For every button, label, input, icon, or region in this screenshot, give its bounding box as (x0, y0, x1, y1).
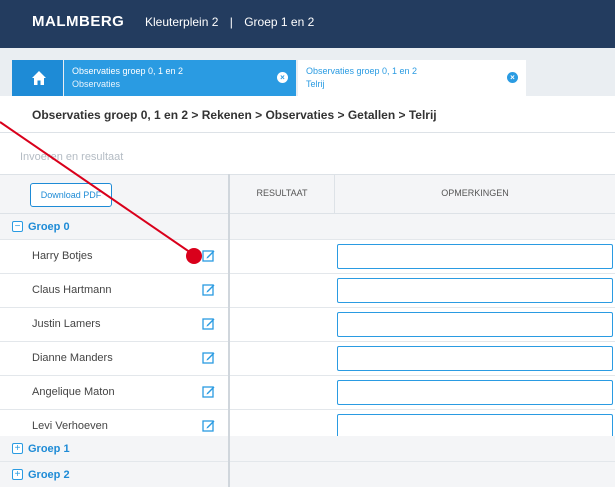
student-name: Justin Lamers (32, 318, 101, 330)
opmerkingen-input[interactable] (337, 278, 613, 303)
column-divider (334, 174, 335, 214)
group-row-groep-1[interactable]: + Groep 1 (0, 436, 615, 462)
tab-observaties[interactable]: Observaties groep 0, 1 en 2 Observaties … (64, 60, 296, 96)
tab-subtitle: Telrij (306, 79, 325, 89)
close-icon[interactable]: × (277, 72, 288, 83)
student-name: Levi Verhoeven (32, 420, 108, 432)
edit-icon[interactable] (202, 317, 215, 330)
column-header-opmerkingen: OPMERKINGEN (441, 188, 509, 198)
divider (0, 132, 615, 133)
table-row: Claus Hartmann (0, 274, 615, 308)
opmerkingen-input[interactable] (337, 346, 613, 371)
group-name[interactable]: Groep 1 en 2 (244, 15, 314, 29)
tab-subtitle: Observaties (72, 79, 121, 89)
school-name[interactable]: Kleuterplein 2 (145, 15, 218, 29)
context-breadcrumb: Kleuterplein 2 | Groep 1 en 2 (145, 15, 314, 29)
edit-icon[interactable] (202, 385, 215, 398)
tab-strip: Observaties groep 0, 1 en 2 Observaties … (0, 48, 615, 96)
table-row: Angelique Maton (0, 376, 615, 410)
collapse-icon[interactable]: − (12, 221, 23, 232)
group-label[interactable]: Groep 1 (28, 443, 70, 455)
section-title: Invoeren en resultaat (20, 151, 124, 163)
malmberg-logo[interactable]: MALMBERG (32, 13, 124, 30)
tab-title: Observaties groep 0, 1 en 2 (72, 66, 184, 76)
table-row: Dianne Manders (0, 342, 615, 376)
edit-icon[interactable] (202, 283, 215, 296)
top-navigation-bar: MALMBERG Kleuterplein 2 | Groep 1 en 2 (0, 0, 615, 48)
edit-icon[interactable] (202, 419, 215, 432)
download-pdf-button[interactable]: Download PDF (30, 183, 112, 207)
opmerkingen-input[interactable] (337, 244, 613, 269)
context-separator: | (229, 15, 233, 29)
home-icon (32, 71, 46, 85)
edit-icon[interactable] (202, 351, 215, 364)
close-icon[interactable]: × (507, 72, 518, 83)
student-name: Claus Hartmann (32, 284, 112, 296)
group-row-groep-2[interactable]: + Groep 2 (0, 462, 615, 487)
group-label[interactable]: Groep 2 (28, 469, 70, 481)
group-row-groep-0[interactable]: − Groep 0 (0, 214, 615, 240)
expand-icon[interactable]: + (12, 443, 23, 454)
column-divider (228, 174, 230, 487)
student-name: Harry Botjes (32, 250, 93, 262)
tab-title: Observaties groep 0, 1 en 2 (306, 66, 418, 76)
student-name: Dianne Manders (32, 352, 113, 364)
student-name: Angelique Maton (32, 386, 115, 398)
expand-icon[interactable]: + (12, 469, 23, 480)
column-header-resultaat: RESULTAAT (256, 188, 308, 198)
home-tab[interactable] (12, 60, 63, 96)
tab-telrij[interactable]: Observaties groep 0, 1 en 2 Telrij × (298, 60, 526, 96)
edit-icon[interactable] (202, 249, 215, 262)
table-row: Harry Botjes (0, 240, 615, 274)
opmerkingen-input[interactable] (337, 380, 613, 405)
group-label[interactable]: Groep 0 (28, 221, 70, 233)
page-breadcrumb: Observaties groep 0, 1 en 2 > Rekenen > … (32, 108, 437, 122)
table-row: Justin Lamers (0, 308, 615, 342)
opmerkingen-input[interactable] (337, 312, 613, 337)
